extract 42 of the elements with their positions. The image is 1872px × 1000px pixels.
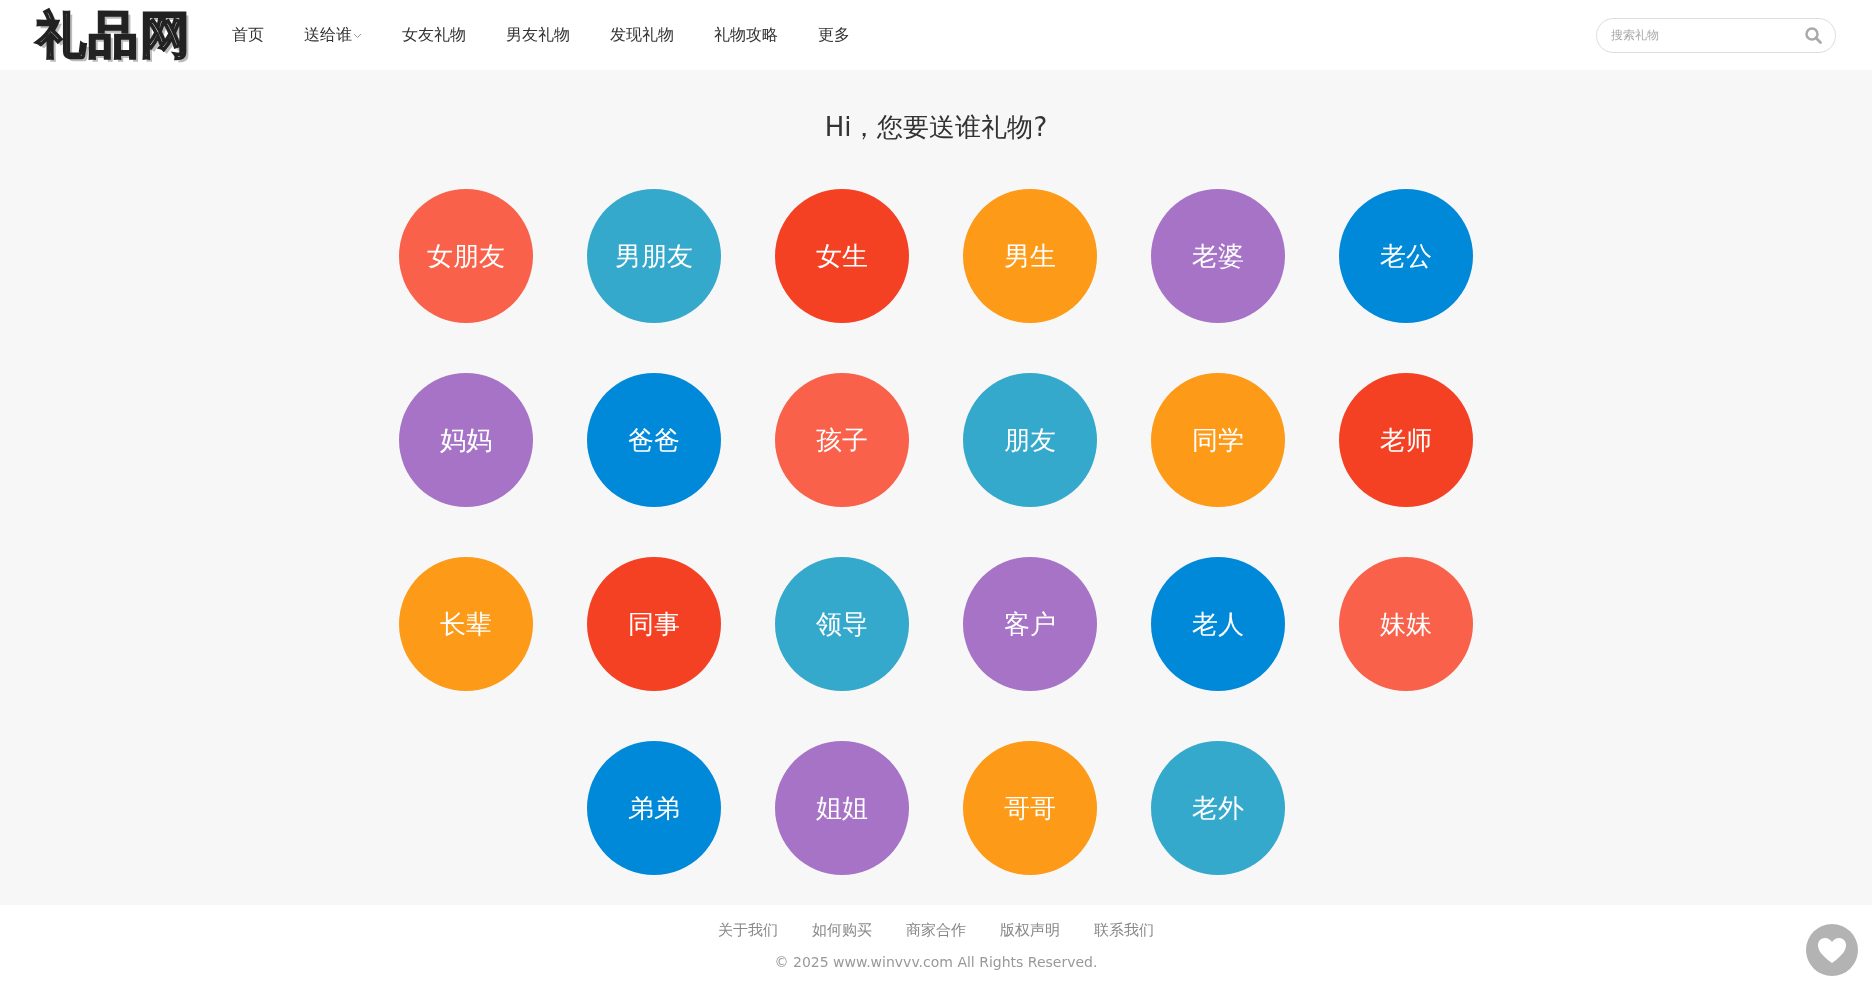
recipient-button[interactable]: 弟弟 <box>587 741 721 876</box>
recipient-button[interactable]: 老婆 <box>1151 189 1285 324</box>
recipient-button[interactable]: 朋友 <box>963 373 1097 508</box>
recipient-button[interactable]: 妈妈 <box>399 373 533 508</box>
heart-icon <box>1817 936 1847 964</box>
nav-link[interactable]: 更多 <box>818 23 850 47</box>
recipient-button[interactable]: 老外 <box>1151 741 1285 876</box>
recipient-button[interactable]: 同事 <box>587 557 721 692</box>
nav-link[interactable]: 首页 <box>232 23 264 47</box>
nav-link[interactable]: 送给谁 <box>304 23 362 47</box>
copyright-text: © 2025 www.winvvv.com All Rights Reserved. <box>774 953 1098 970</box>
site-logo[interactable]: 礼品网 <box>36 10 192 60</box>
recipient-button[interactable]: 长辈 <box>399 557 533 692</box>
recipient-button[interactable]: 哥哥 <box>963 741 1097 876</box>
page-heading: Hi，您要送谁礼物? <box>823 112 1049 144</box>
recipient-button[interactable]: 老公 <box>1339 189 1473 324</box>
footer-link[interactable]: 联系我们 <box>1094 919 1154 942</box>
recipient-button[interactable]: 老人 <box>1151 557 1285 692</box>
recipient-button[interactable]: 男生 <box>963 189 1097 324</box>
recipient-button[interactable]: 女朋友 <box>399 189 533 324</box>
recipient-button[interactable]: 孩子 <box>775 373 909 508</box>
nav-link[interactable]: 礼物攻略 <box>714 23 778 47</box>
favorite-button[interactable] <box>1806 924 1858 976</box>
nav-link[interactable]: 发现礼物 <box>610 23 674 47</box>
recipient-button[interactable]: 女生 <box>775 189 909 324</box>
recipient-button[interactable]: 客户 <box>963 557 1097 692</box>
recipient-button[interactable]: 同学 <box>1151 373 1285 508</box>
recipient-button[interactable]: 姐姐 <box>775 741 909 876</box>
footer-link[interactable]: 商家合作 <box>906 919 966 942</box>
nav-link[interactable]: 男友礼物 <box>506 23 570 47</box>
footer-link[interactable]: 关于我们 <box>718 919 778 942</box>
recipient-button[interactable]: 男朋友 <box>587 189 721 324</box>
recipient-button[interactable]: 老师 <box>1339 373 1473 508</box>
search-field[interactable]: 搜索礼物 <box>1596 17 1836 53</box>
recipient-button[interactable]: 妹妹 <box>1339 557 1473 692</box>
recipient-button[interactable]: 爸爸 <box>587 373 721 508</box>
nav-link[interactable]: 女友礼物 <box>402 23 466 47</box>
recipient-button[interactable]: 领导 <box>775 557 909 692</box>
search-icon[interactable] <box>1805 26 1822 44</box>
footer-link[interactable]: 版权声明 <box>1000 919 1060 942</box>
caret-icon <box>353 32 362 39</box>
footer-link[interactable]: 如何购买 <box>812 919 872 942</box>
